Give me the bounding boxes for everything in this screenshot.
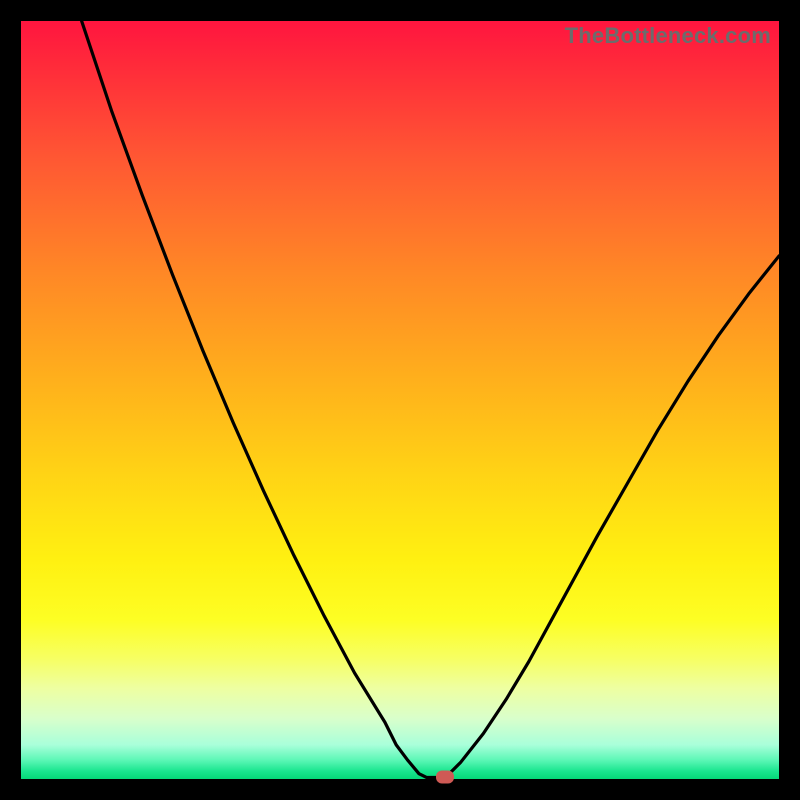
watermark-text: TheBottleneck.com (565, 23, 771, 49)
bottleneck-curve (21, 21, 779, 779)
optimal-point-marker (436, 771, 454, 784)
chart-plot-area: TheBottleneck.com (21, 21, 779, 779)
